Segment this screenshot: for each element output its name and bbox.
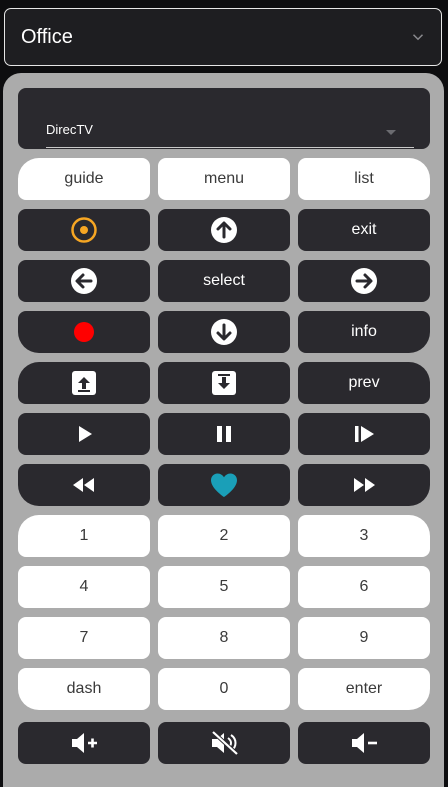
volume-up-icon [72, 733, 97, 753]
favorite-button[interactable] [158, 464, 290, 506]
rewind-icon [73, 478, 94, 492]
number-3-button[interactable]: 3 [298, 515, 430, 557]
chevron-down-icon [412, 34, 424, 41]
list-button[interactable]: list [298, 158, 430, 200]
arrow-right-circle-icon [351, 268, 377, 294]
target-icon [71, 217, 97, 243]
number-2-button[interactable]: 2 [158, 515, 290, 557]
number-8-button[interactable]: 8 [158, 617, 290, 659]
pause-icon [217, 426, 231, 442]
record-button[interactable] [18, 311, 150, 353]
fast-forward-button[interactable] [298, 464, 430, 506]
page-down-button[interactable] [158, 362, 290, 404]
select-button[interactable]: select [158, 260, 290, 302]
guide-button[interactable]: guide [18, 158, 150, 200]
page-up-button[interactable] [18, 362, 150, 404]
exit-button[interactable]: exit [298, 209, 430, 251]
arrow-down-circle-icon [211, 319, 237, 345]
page-up-icon [72, 371, 96, 395]
arrow-up-circle-icon [211, 217, 237, 243]
room-select-value: Office [21, 25, 73, 48]
arrow-left-circle-icon [71, 268, 97, 294]
mute-icon [211, 730, 239, 756]
number-4-button[interactable]: 4 [18, 566, 150, 608]
number-9-button[interactable]: 9 [298, 617, 430, 659]
prev-button[interactable]: prev [298, 362, 430, 404]
fast-forward-icon [354, 478, 375, 492]
info-button[interactable]: info [298, 311, 430, 353]
down-button[interactable] [158, 311, 290, 353]
record-dot-icon [74, 322, 94, 342]
number-7-button[interactable]: 7 [18, 617, 150, 659]
play-button[interactable] [18, 413, 150, 455]
dash-button[interactable]: dash [18, 668, 150, 710]
record-target-button[interactable] [18, 209, 150, 251]
volume-up-button[interactable] [18, 722, 150, 764]
number-0-button[interactable]: 0 [158, 668, 290, 710]
source-select[interactable]: DirecTV [46, 113, 414, 148]
page-down-icon [212, 371, 236, 395]
caret-down-icon [386, 130, 396, 135]
source-select-value: DirecTV [46, 122, 93, 137]
up-button[interactable] [158, 209, 290, 251]
mute-button[interactable] [158, 722, 290, 764]
room-select[interactable]: Office [4, 8, 442, 66]
number-5-button[interactable]: 5 [158, 566, 290, 608]
enter-button[interactable]: enter [298, 668, 430, 710]
step-forward-button[interactable] [298, 413, 430, 455]
left-button[interactable] [18, 260, 150, 302]
volume-down-icon [352, 733, 377, 753]
remote-panel: DirecTV guide menu list exit select info… [3, 73, 444, 787]
right-button[interactable] [298, 260, 430, 302]
pause-button[interactable] [158, 413, 290, 455]
number-6-button[interactable]: 6 [298, 566, 430, 608]
volume-down-button[interactable] [298, 722, 430, 764]
rewind-button[interactable] [18, 464, 150, 506]
step-forward-icon [355, 426, 374, 442]
heart-icon [211, 473, 237, 497]
number-1-button[interactable]: 1 [18, 515, 150, 557]
menu-button[interactable]: menu [158, 158, 290, 200]
play-icon [79, 426, 92, 442]
source-container: DirecTV [18, 88, 430, 149]
